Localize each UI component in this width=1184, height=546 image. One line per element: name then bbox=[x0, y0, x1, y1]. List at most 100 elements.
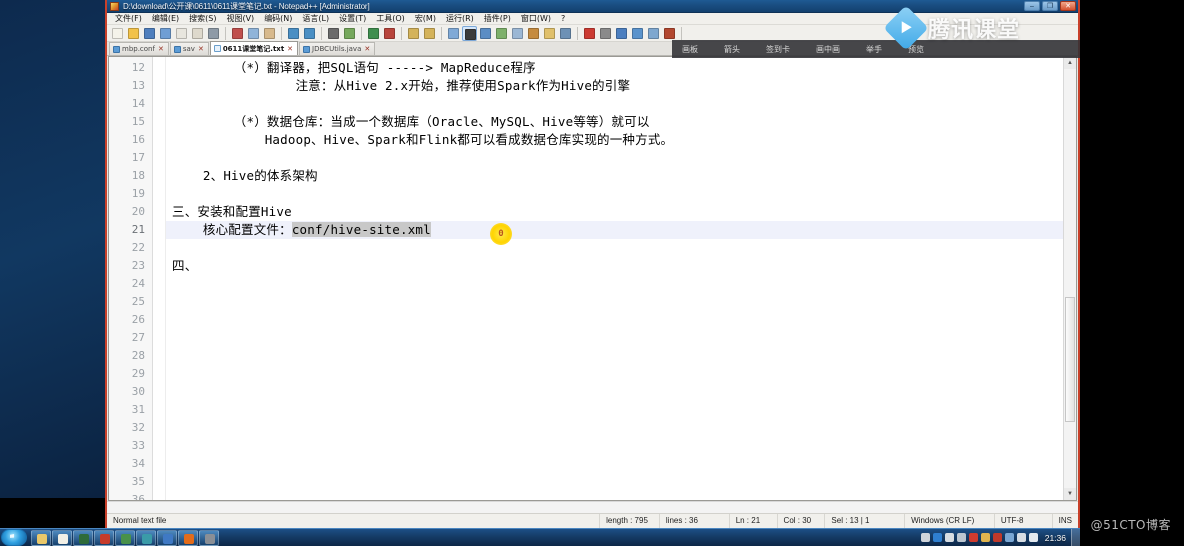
code-line[interactable] bbox=[166, 383, 1076, 401]
menu-item-12[interactable]: ? bbox=[556, 13, 570, 25]
fold-margin[interactable] bbox=[153, 57, 166, 500]
tab-1[interactable]: sav ✕ bbox=[169, 42, 209, 55]
tray-antivirus-icon[interactable] bbox=[968, 533, 978, 542]
maximize-button[interactable]: ❐ bbox=[1042, 1, 1058, 11]
start-button[interactable] bbox=[1, 529, 27, 546]
code-line[interactable]: （*）数据仓库：当成一个数据库（Oracle、MySQL、Hive等等）就可以 bbox=[166, 113, 1076, 131]
menu-item-2[interactable]: 搜索(S) bbox=[184, 13, 221, 25]
tab-close-icon[interactable]: ✕ bbox=[364, 45, 370, 53]
code-line[interactable] bbox=[166, 329, 1076, 347]
menu-item-5[interactable]: 语言(L) bbox=[297, 13, 334, 25]
code-line[interactable]: 2、Hive的体系架构 bbox=[166, 167, 1076, 185]
tencent-tool-0[interactable]: 画板 bbox=[682, 44, 698, 55]
taskbar-app-gray-icon[interactable] bbox=[199, 529, 219, 546]
tray-printer-icon[interactable] bbox=[920, 533, 930, 542]
code-line[interactable] bbox=[166, 95, 1076, 113]
sync-scroll-h-icon[interactable] bbox=[422, 26, 437, 41]
all-chars-icon[interactable] bbox=[462, 25, 477, 41]
code-line[interactable]: 注意：从Hive 2.x开始，推荐使用Spark作为Hive的引擎 bbox=[166, 77, 1076, 95]
tencent-tool-2[interactable]: 签到卡 bbox=[766, 44, 790, 55]
code-line[interactable] bbox=[166, 239, 1076, 257]
selected-text[interactable]: conf/hive-site.xml bbox=[291, 222, 431, 237]
tencent-tool-3[interactable]: 画中画 bbox=[816, 44, 840, 55]
folder-workspace-icon[interactable] bbox=[542, 26, 557, 41]
menu-item-11[interactable]: 窗口(W) bbox=[516, 13, 556, 25]
macro-record-icon[interactable] bbox=[582, 26, 597, 41]
tencent-tool-1[interactable]: 箭头 bbox=[724, 44, 740, 55]
menu-item-3[interactable]: 视图(V) bbox=[221, 13, 259, 25]
editor-area[interactable]: 12 13 14 15 16 17 18 19 20 21 22 23 24 25 26 27 28 29 30 31… bbox=[108, 56, 1077, 501]
new-file-icon[interactable] bbox=[110, 26, 125, 41]
menu-item-10[interactable]: 插件(P) bbox=[479, 13, 516, 25]
taskbar-explorer-icon[interactable] bbox=[31, 529, 51, 546]
menu-item-0[interactable]: 文件(F) bbox=[110, 13, 147, 25]
indent-guide-icon[interactable] bbox=[478, 26, 493, 41]
copy-icon[interactable] bbox=[246, 26, 261, 41]
monitor-icon[interactable] bbox=[558, 26, 573, 41]
menu-item-8[interactable]: 宏(M) bbox=[410, 13, 441, 25]
code-line[interactable] bbox=[166, 293, 1076, 311]
cut-icon[interactable] bbox=[230, 26, 245, 41]
doc-map-icon[interactable] bbox=[510, 26, 525, 41]
code-line[interactable]: 三、安装和配置Hive bbox=[166, 203, 1076, 221]
macro-stop-icon[interactable] bbox=[598, 26, 613, 41]
tab-close-icon[interactable]: ✕ bbox=[158, 45, 164, 53]
save-all-icon[interactable] bbox=[158, 26, 173, 41]
code-line[interactable]: 核心配置文件：conf/hive-site.xml bbox=[166, 221, 1076, 239]
taskbar-notepad-icon[interactable] bbox=[52, 529, 72, 546]
find-icon[interactable] bbox=[326, 26, 341, 41]
macro-save-icon[interactable] bbox=[646, 26, 661, 41]
print-icon[interactable] bbox=[206, 26, 221, 41]
code-line[interactable] bbox=[166, 437, 1076, 455]
tray-input-icon[interactable] bbox=[992, 533, 1002, 542]
minimize-button[interactable]: – bbox=[1024, 1, 1040, 11]
show-desktop-button[interactable] bbox=[1071, 528, 1080, 546]
code-line[interactable] bbox=[166, 347, 1076, 365]
code-line[interactable]: 四、 bbox=[166, 257, 1076, 275]
zoom-out-icon[interactable] bbox=[382, 26, 397, 41]
code-line[interactable]: （*）翻译器，把SQL语句 -----> MapReduce程序 bbox=[166, 59, 1076, 77]
word-wrap-icon[interactable] bbox=[446, 26, 461, 41]
code-text[interactable]: （*）翻译器，把SQL语句 -----> MapReduce程序 注意：从Hiv… bbox=[166, 57, 1076, 500]
func-list-icon[interactable] bbox=[526, 26, 541, 41]
close-file-icon[interactable] bbox=[174, 26, 189, 41]
close-all-icon[interactable] bbox=[190, 26, 205, 41]
code-line[interactable] bbox=[166, 473, 1076, 491]
taskbar-app-red-icon[interactable] bbox=[94, 529, 114, 546]
horizontal-scrollbar[interactable] bbox=[107, 501, 1078, 513]
zoom-in-icon[interactable] bbox=[366, 26, 381, 41]
close-button[interactable]: ✕ bbox=[1060, 1, 1076, 11]
scroll-down-arrow[interactable]: ▼ bbox=[1064, 488, 1076, 500]
tab-close-icon[interactable]: ✕ bbox=[198, 45, 204, 53]
vertical-scrollbar[interactable]: ▲ ▼ bbox=[1063, 57, 1076, 500]
window-title-bar[interactable]: D:\download\公开课\0611\0611课堂笔记.txt - Note… bbox=[107, 0, 1078, 13]
sync-scroll-v-icon[interactable] bbox=[406, 26, 421, 41]
code-line[interactable]: Hadoop、Hive、Spark和Flink都可以看成数据仓库实现的一种方式。 bbox=[166, 131, 1076, 149]
menu-item-6[interactable]: 设置(T) bbox=[334, 13, 371, 25]
taskbar-firefox-icon[interactable] bbox=[178, 529, 198, 546]
plugin-icon[interactable] bbox=[662, 26, 677, 41]
paste-icon[interactable] bbox=[262, 26, 277, 41]
code-line[interactable] bbox=[166, 275, 1076, 293]
tray-network-icon[interactable] bbox=[1016, 533, 1026, 542]
tab-2[interactable]: 0611课堂笔记.txt ✕ bbox=[209, 41, 299, 55]
code-line[interactable] bbox=[166, 365, 1076, 383]
code-line[interactable] bbox=[166, 401, 1076, 419]
menu-item-7[interactable]: 工具(O) bbox=[371, 13, 410, 25]
macro-multi-icon[interactable] bbox=[630, 26, 645, 41]
taskbar-app-blue-icon[interactable] bbox=[157, 529, 177, 546]
tray-app-icon[interactable] bbox=[1004, 533, 1014, 542]
taskbar-clock[interactable]: 21:36 bbox=[1040, 533, 1071, 543]
menu-item-1[interactable]: 编辑(E) bbox=[147, 13, 184, 25]
user-lang-icon[interactable] bbox=[494, 26, 509, 41]
taskbar-app-teal-icon[interactable] bbox=[136, 529, 156, 546]
tencent-tool-5[interactable]: 预览 bbox=[908, 44, 924, 55]
tab-3[interactable]: JDBCUtils.java ✕ bbox=[299, 42, 376, 55]
code-line[interactable] bbox=[166, 419, 1076, 437]
tray-volume-icon[interactable] bbox=[1028, 533, 1038, 542]
tab-close-icon[interactable]: ✕ bbox=[287, 45, 293, 53]
undo-icon[interactable] bbox=[286, 26, 301, 41]
tencent-toolbar[interactable]: 画板 箭头 签到卡 画中画 举手 预览 bbox=[672, 40, 1080, 58]
menu-item-9[interactable]: 运行(R) bbox=[441, 13, 479, 25]
code-line[interactable] bbox=[166, 185, 1076, 203]
